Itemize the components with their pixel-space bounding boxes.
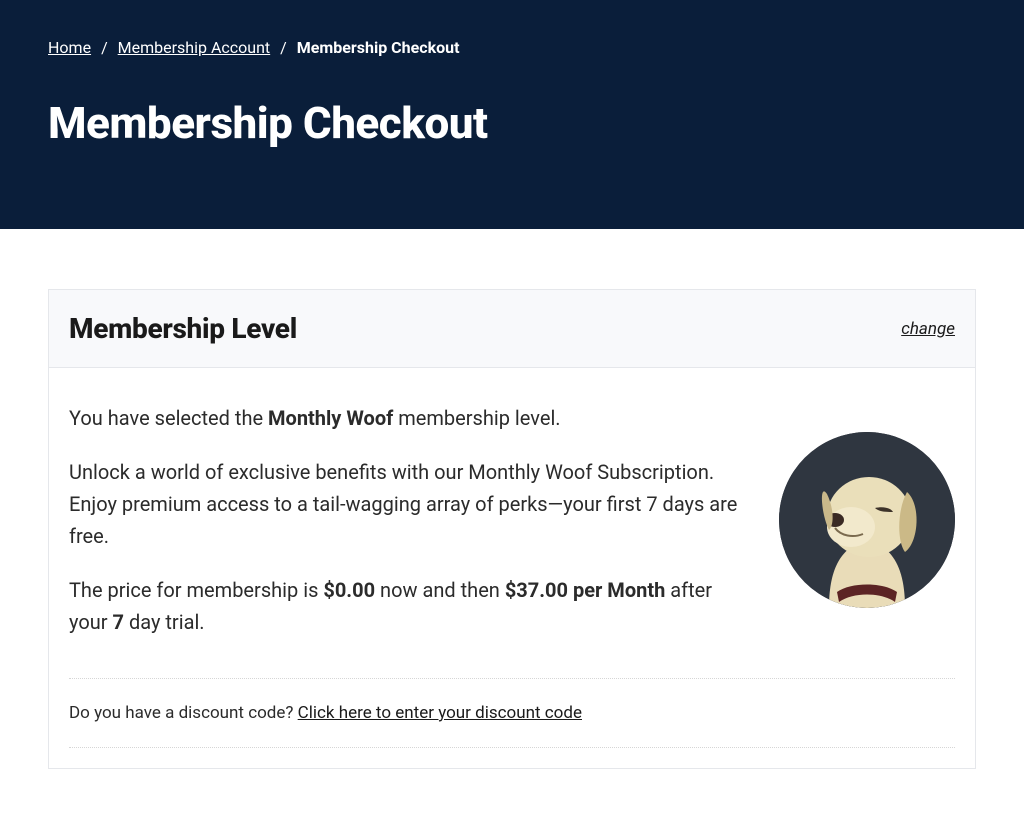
page-hero: Home / Membership Account / Membership C… — [0, 0, 1024, 229]
card-body: You have selected the Monthly Woof membe… — [49, 368, 975, 768]
breadcrumb-separator: / — [101, 38, 108, 57]
breadcrumb-account-link[interactable]: Membership Account — [118, 38, 271, 57]
recurring-price: $37.00 per Month — [505, 578, 665, 602]
selected-level-text: You have selected the Monthly Woof membe… — [69, 402, 739, 434]
breadcrumb-separator: / — [280, 38, 287, 57]
dog-icon — [779, 432, 955, 608]
initial-price: $0.00 — [323, 578, 375, 602]
breadcrumb: Home / Membership Account / Membership C… — [48, 38, 976, 57]
discount-code-link[interactable]: Click here to enter your discount code — [298, 703, 582, 723]
selected-level-name: Monthly Woof — [268, 406, 393, 430]
discount-code-row: Do you have a discount code? Click here … — [69, 703, 955, 748]
level-description: Unlock a world of exclusive benefits wit… — [69, 456, 739, 552]
pricing-part: day trial. — [124, 610, 205, 634]
breadcrumb-home-link[interactable]: Home — [48, 38, 91, 57]
level-image — [779, 432, 955, 608]
level-heading: Membership Level — [69, 312, 297, 345]
selected-suffix: membership level. — [393, 406, 560, 430]
change-level-link[interactable]: change — [901, 319, 955, 339]
selected-prefix: You have selected the — [69, 406, 268, 430]
card-header: Membership Level change — [49, 290, 975, 368]
pricing-part: The price for membership is — [69, 578, 323, 602]
selection-row: You have selected the Monthly Woof membe… — [69, 402, 955, 660]
trial-days: 7 — [113, 610, 124, 634]
pricing-text: The price for membership is $0.00 now an… — [69, 574, 739, 638]
main-content: Membership Level change You have selecte… — [0, 229, 1024, 809]
divider — [69, 678, 955, 679]
discount-prompt: Do you have a discount code? — [69, 703, 298, 723]
page-title: Membership Checkout — [48, 97, 976, 149]
selection-text: You have selected the Monthly Woof membe… — [69, 402, 739, 660]
breadcrumb-current: Membership Checkout — [297, 38, 460, 57]
membership-level-card: Membership Level change You have selecte… — [48, 289, 976, 769]
pricing-part: now and then — [375, 578, 505, 602]
